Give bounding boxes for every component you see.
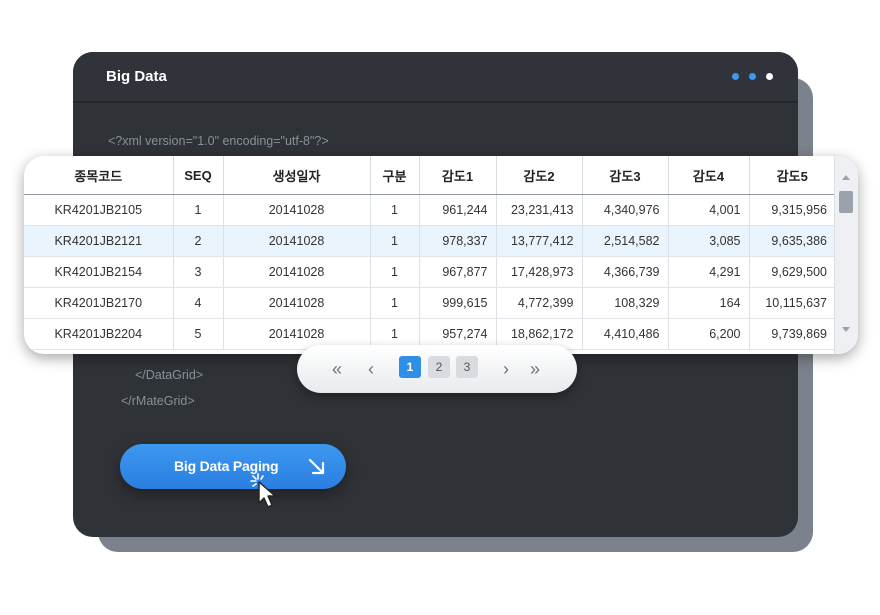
- prev-page-icon[interactable]: ‹: [368, 359, 374, 379]
- scroll-down-arrow-icon[interactable]: [842, 327, 850, 332]
- column-header[interactable]: 생성일자: [223, 156, 371, 195]
- cell-code: KR4201JB2105: [24, 194, 174, 226]
- dot-indicator-3: [766, 73, 773, 80]
- cell-type: 1: [370, 225, 420, 257]
- big-data-paging-button[interactable]: Big Data Paging: [120, 444, 346, 489]
- table-row[interactable]: KR4201JB2170 4 20141028 1 999,615 4,772,…: [24, 287, 835, 319]
- cell-date: 20141028: [223, 256, 371, 288]
- cell-sens5: 9,635,386: [749, 225, 835, 257]
- scroll-up-arrow-icon[interactable]: [842, 175, 850, 180]
- table-row[interactable]: KR4201JB2105 1 20141028 1 961,244 23,231…: [24, 194, 835, 226]
- cell-sens1: 978,337: [419, 225, 497, 257]
- cell-sens5: 9,629,500: [749, 256, 835, 288]
- cell-sens3: 108,329: [582, 287, 669, 319]
- code-close-rmategrid: </rMateGrid>: [121, 394, 195, 408]
- column-header[interactable]: 감도4: [668, 156, 750, 195]
- arrow-down-right-icon: [308, 458, 325, 475]
- cell-seq: 4: [173, 287, 224, 319]
- grid-header-row: 종목코드 SEQ 생성일자 구분 감도1 감도2 감도3 감도4 감도5: [24, 156, 835, 195]
- cell-seq: 5: [173, 318, 224, 350]
- data-grid: 종목코드 SEQ 생성일자 구분 감도1 감도2 감도3 감도4 감도5 KR4…: [24, 156, 858, 354]
- cell-sens2: 17,428,973: [496, 256, 583, 288]
- cell-sens3: 4,366,739: [582, 256, 669, 288]
- cell-sens1: 961,244: [419, 194, 497, 226]
- cell-seq: 2: [173, 225, 224, 257]
- vertical-scrollbar[interactable]: [834, 156, 858, 354]
- column-header[interactable]: 감도2: [496, 156, 583, 195]
- cell-date: 20141028: [223, 287, 371, 319]
- cell-date: 20141028: [223, 194, 371, 226]
- cell-sens2: 23,231,413: [496, 194, 583, 226]
- dot-indicator-2: [749, 73, 756, 80]
- column-header[interactable]: 감도1: [419, 156, 497, 195]
- cell-type: 1: [370, 287, 420, 319]
- next-page-icon[interactable]: ›: [503, 359, 509, 379]
- cell-sens2: 13,777,412: [496, 225, 583, 257]
- page-1-button[interactable]: 1: [399, 356, 421, 378]
- cell-sens4: 4,001: [668, 194, 750, 226]
- cell-sens3: 4,340,976: [582, 194, 669, 226]
- cell-sens1: 999,615: [419, 287, 497, 319]
- panel-title: Big Data: [106, 68, 167, 85]
- first-page-icon[interactable]: «: [332, 359, 342, 379]
- table-row[interactable]: KR4201JB2154 3 20141028 1 967,877 17,428…: [24, 256, 835, 288]
- page-3-button[interactable]: 3: [456, 356, 478, 378]
- pointer-cursor-icon: [250, 473, 276, 508]
- column-header[interactable]: 종목코드: [24, 156, 174, 195]
- code-close-datagrid: </DataGrid>: [135, 368, 204, 382]
- cell-sens4: 6,200: [668, 318, 750, 350]
- table-row-selected[interactable]: KR4201JB2121 2 20141028 1 978,337 13,777…: [24, 225, 835, 257]
- last-page-icon[interactable]: »: [530, 359, 540, 379]
- cell-code: KR4201JB2154: [24, 256, 174, 288]
- cell-type: 1: [370, 256, 420, 288]
- cell-seq: 3: [173, 256, 224, 288]
- cell-sens1: 967,877: [419, 256, 497, 288]
- cell-sens4: 3,085: [668, 225, 750, 257]
- scrollbar-thumb[interactable]: [839, 191, 853, 213]
- code-xml-declaration: <?xml version="1.0" encoding="utf-8"?>: [108, 134, 329, 148]
- cell-sens2: 4,772,399: [496, 287, 583, 319]
- cell-sens4: 4,291: [668, 256, 750, 288]
- cell-sens4: 164: [668, 287, 750, 319]
- cell-sens3: 2,514,582: [582, 225, 669, 257]
- cell-type: 1: [370, 194, 420, 226]
- cell-code: KR4201JB2121: [24, 225, 174, 257]
- cell-code: KR4201JB2204: [24, 318, 174, 350]
- panel-header: Big Data: [73, 52, 798, 103]
- cell-sens3: 4,410,486: [582, 318, 669, 350]
- dot-indicator-1: [732, 73, 739, 80]
- cell-sens5: 10,115,637: [749, 287, 835, 319]
- data-grid-table: 종목코드 SEQ 생성일자 구분 감도1 감도2 감도3 감도4 감도5 KR4…: [24, 156, 835, 350]
- cell-seq: 1: [173, 194, 224, 226]
- column-header[interactable]: 감도5: [749, 156, 835, 195]
- page-2-button[interactable]: 2: [428, 356, 450, 378]
- column-header[interactable]: 구분: [370, 156, 420, 195]
- cell-sens5: 9,315,956: [749, 194, 835, 226]
- column-header[interactable]: 감도3: [582, 156, 669, 195]
- column-header[interactable]: SEQ: [173, 156, 224, 195]
- pagination-bar: « ‹ 1 2 3 › »: [297, 345, 577, 393]
- cell-date: 20141028: [223, 225, 371, 257]
- cell-sens5: 9,739,869: [749, 318, 835, 350]
- cell-code: KR4201JB2170: [24, 287, 174, 319]
- window-dots: [732, 73, 773, 80]
